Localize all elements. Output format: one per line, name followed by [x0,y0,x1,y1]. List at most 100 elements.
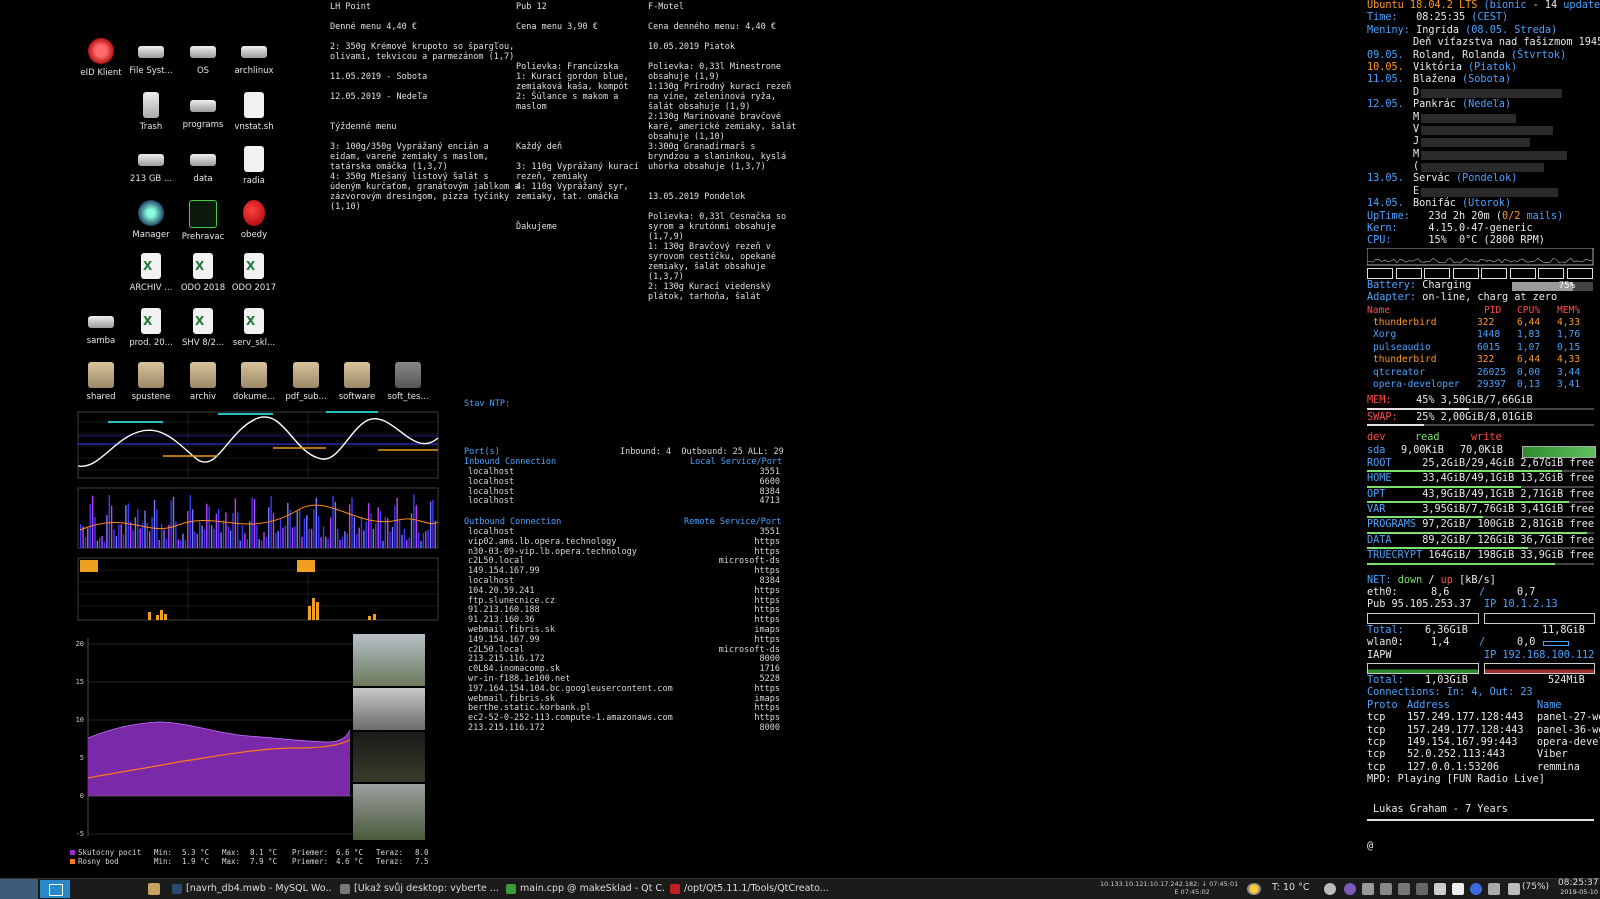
bar-mark [356,533,358,548]
weather-icon[interactable] [1247,883,1261,895]
network-icon[interactable] [1362,883,1374,895]
webcam-image-4[interactable] [353,784,425,840]
nameday-name: D [1413,86,1420,98]
bar-mark [308,529,310,548]
bar-mark [120,524,122,548]
nameday-date: 12.05. [1367,99,1404,111]
folder-icon [88,362,114,388]
wlan0-total-up: 524MiB [1548,674,1585,686]
nameday-weekday: (Štvrtok) [1511,49,1567,61]
bar-mark [375,523,377,548]
chat-icon[interactable] [1434,883,1446,895]
bar-mark [370,513,372,548]
show-desktop-button[interactable] [40,880,70,898]
bar-mark [406,539,408,548]
bar-mark [222,520,225,548]
bar-mark [348,504,351,548]
nameday-name: ( [1413,161,1420,173]
bar-mark [396,498,398,548]
legend-min-label: Min: [154,857,173,866]
bar-mark [130,522,132,548]
viber-icon[interactable] [1344,883,1356,895]
wifi-icon[interactable] [1416,883,1428,895]
desktop-icon-19[interactable]: serv_skl... [223,308,285,348]
bar-mark [377,507,379,548]
disk-header-dev: dev [1367,432,1386,444]
spreadsheet-icon [244,253,264,279]
legend-avg-label: Priemer: [292,848,329,857]
bar-mark [420,540,422,548]
nameday-name: E [1413,185,1420,197]
net-unit: [kB/s] [1459,574,1496,586]
legend-now-label: Teraz: [376,848,404,857]
volume-icon[interactable] [1508,883,1520,895]
desktop-icon-6[interactable]: vnstat.sh [223,92,285,132]
net-down-label: down [1397,574,1423,586]
bar-mark [80,524,82,548]
process-pid: 322 [1477,316,1495,328]
legend-max: 8.1 °C [250,848,278,857]
legend-now-label: Teraz: [376,857,404,866]
mem-value: 45% 3,50GiB/7,66GiB [1416,395,1533,407]
process-row: opera-developer 29397 0,13 3,41 [1367,379,1600,391]
nameday-name: M [1413,148,1420,160]
start-menu-button[interactable] [0,879,38,899]
webcam-image-3[interactable] [353,732,425,782]
redacted-block [1421,138,1530,148]
distro-codename: (bionic [1483,0,1527,11]
bar-mark [277,530,279,548]
legend-swatch [70,859,75,864]
updates-link[interactable]: updates) [1563,0,1600,11]
settings-icon[interactable] [1324,883,1336,895]
disk-header-read: read [1415,432,1440,444]
bar-mark [263,532,265,548]
bar-mark [113,529,115,548]
taskbar: [navrh_db4.mwb - MySQL Wo... [Ukaž svůj d… [0,878,1600,899]
desktop-icon-9[interactable]: radia [223,146,285,186]
bar-mark [282,527,284,548]
holiday: Deň víťazstva nad fašizmom 1945 [1413,37,1600,49]
close-x-icon[interactable] [1452,883,1464,895]
bar-mark [137,508,139,548]
desktop-icon-26[interactable]: soft_tes... [377,362,439,402]
clipboard-icon[interactable] [1380,883,1392,895]
bar-mark [275,533,277,548]
partition-row: VAR 3,95GiB/7,76GiB 3,41GiB free [1367,504,1600,516]
wlan0-ip: IP 192.168.100.112 [1484,649,1595,661]
taskbar-window-button[interactable]: [Ukaž svůj desktop: vyberte ... [340,881,500,897]
desktop-icon-12[interactable]: obedy [223,200,285,240]
swap-bar [1367,424,1594,427]
partition-name: VAR [1367,504,1386,516]
partition-usage: 97,2GiB/ 100GiB 2,81GiB free [1422,519,1594,531]
display-icon[interactable] [1398,883,1410,895]
taskbar-window-button[interactable]: /opt/Qt5.11.1/Tools/QtCreato... [670,881,830,897]
battery-icon[interactable] [1488,883,1500,895]
legend-now: 8.0 [415,848,429,857]
nameday-weekday: (Utorok) [1462,198,1512,210]
webcam-image-2[interactable] [353,688,425,730]
taskbar-window-button[interactable]: main.cpp @ makeSklad - Qt C... [506,881,666,897]
clock[interactable]: 08:25:37 2019-05-10 [1558,879,1598,897]
taskbar-window-button[interactable]: [navrh_db4.mwb - MySQL Wo... [172,881,332,897]
partition-row: DATA 89,2GiB/ 126GiB 36,7GiB free [1367,535,1600,547]
conky-connection-row: tcp 52.0.252.113:443 Viber [1367,749,1600,761]
bar-mark [177,539,179,548]
desktop-icon-15[interactable]: ODO 2017 [223,253,285,293]
webcam-image-1[interactable] [353,634,425,686]
app-icon [670,883,680,894]
redacted-block [1421,113,1516,123]
bar-mark [225,512,227,548]
precip-bar [316,602,319,620]
file-manager-icon[interactable] [148,883,160,895]
bar-mark [365,521,367,548]
bar-mark [320,537,322,548]
bar-mark [301,536,303,548]
bluetooth-icon[interactable] [1470,883,1482,895]
desktop-icon-3[interactable]: archlinux [223,38,285,76]
conky-connection-row: tcp 127.0.0.1:53206 remmina [1367,762,1600,774]
bar-mark [201,525,203,548]
nameday-row: E [1367,186,1600,198]
nameday-weekday: (Pondelok) [1456,173,1518,185]
process-pid: 26025 [1477,366,1506,378]
core-graph [1566,267,1593,279]
